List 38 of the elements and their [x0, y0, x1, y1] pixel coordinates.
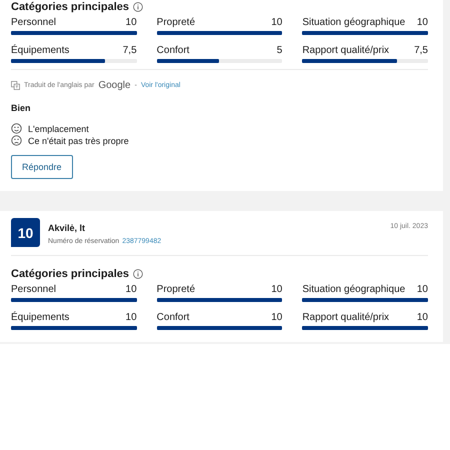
- category-score: 10: [271, 17, 282, 28]
- translate-icon: [11, 81, 20, 90]
- translator-brand: Google: [98, 80, 131, 91]
- category-label: Confort: [156, 45, 190, 56]
- score-badge: 10: [11, 218, 40, 247]
- category-score: 10: [271, 284, 282, 295]
- category-score: 10: [416, 284, 428, 295]
- info-icon[interactable]: [133, 2, 143, 12]
- category-score: 10: [126, 312, 137, 323]
- section-heading: Catégories principales: [11, 268, 129, 280]
- review-title: Bien: [11, 103, 32, 113]
- reply-button[interactable]: Répondre: [11, 155, 73, 179]
- reviewer-name: Akvilė, lt: [48, 223, 86, 233]
- review-point: Ce n'était pas très propre: [28, 136, 129, 146]
- section-heading: Catégories principales: [11, 1, 129, 13]
- smiley-icon: [11, 123, 22, 134]
- category-label: Personnel: [11, 17, 56, 28]
- category-label: Équipements: [11, 312, 70, 323]
- sad-face-icon: [11, 135, 22, 146]
- review-point: L'emplacement: [28, 124, 89, 134]
- category-label: Situation géographique: [302, 17, 406, 28]
- category-label: Propreté: [156, 17, 196, 28]
- category-label: Équipements: [11, 45, 70, 56]
- category-score: 7,5: [414, 45, 428, 56]
- category-label: Confort: [156, 312, 190, 323]
- category-score: 10: [416, 17, 428, 28]
- info-icon[interactable]: [133, 269, 143, 279]
- category-score: 10: [271, 312, 282, 323]
- category-score: 7,5: [122, 45, 137, 56]
- category-score: 5: [276, 45, 282, 56]
- category-label: Personnel: [11, 284, 56, 295]
- category-label: Rapport qualité/prix: [302, 312, 390, 323]
- category-label: Propreté: [156, 284, 196, 295]
- category-label: Situation géographique: [302, 284, 406, 295]
- category-score: 10: [126, 284, 137, 295]
- category-score: 10: [126, 17, 137, 28]
- category-score: 10: [416, 312, 428, 323]
- category-label: Rapport qualité/prix: [302, 45, 390, 56]
